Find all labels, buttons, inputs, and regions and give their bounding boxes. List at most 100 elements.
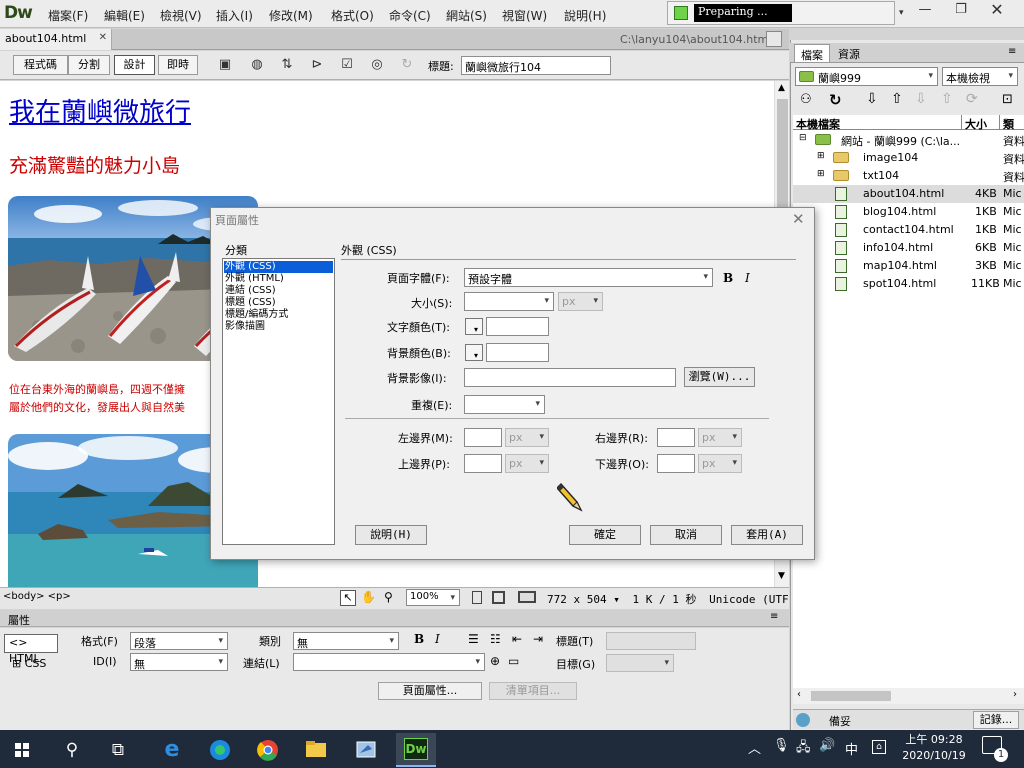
ok-button[interactable]: 確定 [569,525,641,545]
w3c-validation-icon[interactable]: ⊳ [306,57,328,75]
menu-help[interactable]: 說明(H) [564,7,606,24]
text-color-swatch[interactable]: ▾ [465,318,483,335]
workspace-dropdown-icon[interactable]: ▾ [899,8,904,18]
zoom-tool-icon[interactable]: ⚲ [384,590,393,604]
search-icon[interactable]: ⚲ [54,733,90,767]
browse-button[interactable]: 瀏覽(W)... [684,367,755,387]
show-hidden-icons[interactable]: ︿ [748,738,761,757]
scroll-right-icon[interactable]: › [1013,689,1017,700]
unordered-list-icon[interactable]: ☰ [468,632,479,646]
check-out-icon[interactable]: ⇩ [915,91,927,107]
page-properties-button[interactable]: 頁面屬性... [378,682,482,700]
sync-icon[interactable]: ⟳ [966,91,978,107]
right-margin-unit[interactable]: px ▾ [698,428,742,447]
ordered-list-icon[interactable]: ☷ [490,632,501,646]
close-window-button[interactable]: ✕ [980,0,1014,20]
menu-command[interactable]: 命令(C) [389,7,431,24]
document-tab[interactable]: about104.html ✕ [0,29,112,50]
tab-assets[interactable]: 資源 [832,44,866,62]
bg-color-input[interactable] [486,343,549,362]
folder-row[interactable]: ⊞ txt104 資料 [793,167,1024,185]
repeat-select[interactable]: ▾ [464,395,545,414]
phone-size-icon[interactable] [472,591,482,604]
multiscreen-icon[interactable]: ▣ [214,57,236,75]
start-button[interactable] [4,733,40,767]
link-title-input[interactable] [606,632,696,650]
volume-icon[interactable]: 🔊 [819,738,835,753]
ime-mode-icon[interactable]: ⌂ [872,740,886,754]
size-unit-select[interactable]: px ▾ [558,292,603,311]
point-to-file-icon[interactable]: ⊕ [490,654,500,668]
live-view-button[interactable]: 即時 [158,55,198,75]
site-root-row[interactable]: ⊟ 網站 - 蘭嶼999 (C:\la... 資料 [793,131,1024,149]
tag-selector[interactable]: <body> <p> [3,591,71,602]
preview-browser-icon[interactable]: ◍ [246,57,268,75]
restore-document-icon[interactable] [766,31,782,47]
collapse-icon[interactable]: ⊟ [799,133,807,143]
help-button[interactable]: 說明(H) [355,525,427,545]
put-files-icon[interactable]: ⇧ [891,91,903,107]
tablet-size-icon[interactable] [492,591,505,604]
target-select[interactable]: ▾ [606,654,674,672]
bg-color-swatch[interactable]: ▾ [465,344,483,361]
category-item[interactable]: 外觀 (CSS) [224,261,333,273]
category-item[interactable]: 外觀 (HTML) [225,273,284,285]
edge-browser-icon[interactable] [202,733,238,767]
network-icon[interactable]: 🖧 [796,738,811,760]
category-item[interactable]: 連結 (CSS) [225,285,276,297]
file-row[interactable]: spot104.html 11KB Mic [793,275,1024,293]
file-row[interactable]: about104.html 4KB Mic [793,185,1024,203]
id-select[interactable]: 無 ▾ [130,653,228,671]
microphone-icon[interactable]: 🎙 [773,738,790,753]
window-dimensions[interactable]: 772 x 504 [547,593,607,606]
scroll-left-icon[interactable]: ‹ [797,689,801,700]
get-files-icon[interactable]: ⇩ [866,91,878,107]
design-view-button[interactable]: 設計 [114,55,155,75]
link-input[interactable]: ▾ [293,653,485,671]
file-row[interactable]: info104.html 6KB Mic [793,239,1024,257]
scroll-thumb[interactable] [811,691,891,701]
menu-window[interactable]: 視窗(W) [502,7,547,24]
left-margin-unit[interactable]: px ▾ [505,428,549,447]
connect-icon[interactable]: ⚇ [800,92,812,107]
panel-options-icon[interactable]: ≡ [770,611,778,622]
panel-menu-icon[interactable]: ≡ [1008,46,1016,57]
scroll-down-icon[interactable]: ▼ [778,571,785,581]
file-explorer-icon[interactable] [298,733,334,767]
class-select[interactable]: 無 ▾ [293,632,399,650]
dialog-close-icon[interactable]: ✕ [792,210,805,228]
bottom-margin-unit[interactable]: px ▾ [698,454,742,473]
browser-compat-icon[interactable]: ☑ [336,57,358,75]
close-tab-icon[interactable]: ✕ [99,32,107,43]
expand-panel-icon[interactable]: ⊡ [1002,92,1013,107]
menu-site[interactable]: 網站(S) [446,7,487,24]
chrome-browser-icon[interactable] [250,733,286,767]
log-button[interactable]: 記錄... [973,711,1019,729]
files-horizontal-scrollbar[interactable]: ‹ › [793,688,1024,704]
bold-icon[interactable]: B [414,632,424,646]
text-color-input[interactable] [486,317,549,336]
refresh-files-icon[interactable]: ↻ [829,91,842,109]
ie-browser-icon[interactable]: e [154,733,190,767]
top-margin-unit[interactable]: px ▾ [505,454,549,473]
menu-insert[interactable]: 插入(I) [216,7,253,24]
paint-app-icon[interactable] [348,733,384,767]
ime-indicator[interactable]: 中 [845,739,858,758]
desktop-size-icon[interactable] [518,591,536,603]
dreamweaver-taskbar-button[interactable]: Dw [396,733,436,767]
menu-modify[interactable]: 修改(M) [269,7,313,24]
minimize-button[interactable]: — [908,0,942,20]
expand-icon[interactable]: ⊞ [817,151,825,161]
scroll-up-icon[interactable]: ▲ [778,83,785,93]
file-management-icon[interactable]: ⇅ [276,57,298,75]
code-view-button[interactable]: 程式碼 [13,55,68,75]
category-item[interactable]: 影像描圖 [225,321,265,333]
cancel-button[interactable]: 取消 [650,525,722,545]
select-tool-icon[interactable]: ↖ [340,590,356,606]
apply-button[interactable]: 套用(A) [731,525,803,545]
menu-format[interactable]: 格式(O) [331,7,374,24]
expand-icon[interactable]: ⊞ [817,169,825,179]
bottom-margin-input[interactable] [657,454,695,473]
top-margin-input[interactable] [464,454,502,473]
category-item[interactable]: 標題/編碼方式 [225,309,288,321]
